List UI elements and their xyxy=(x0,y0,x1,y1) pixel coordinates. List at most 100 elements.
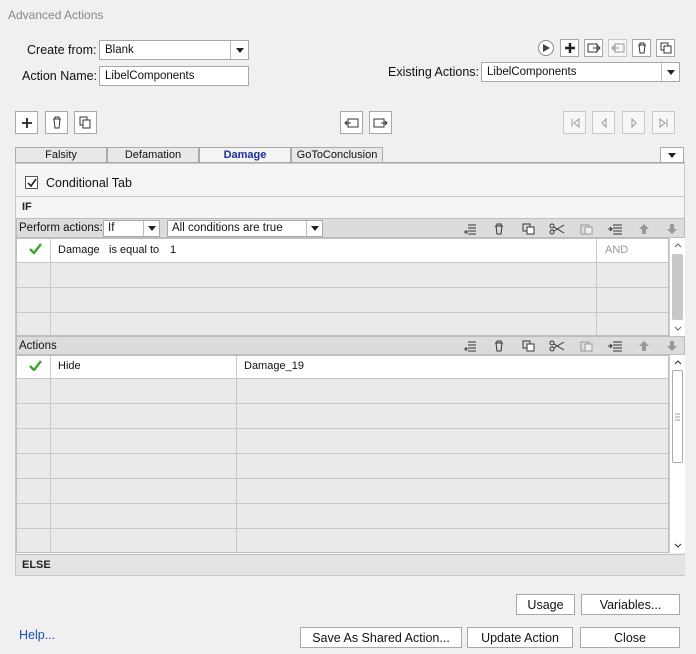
variables-button[interactable]: Variables... xyxy=(581,594,680,615)
create-from-dropdown[interactable]: Blank xyxy=(99,40,249,60)
copy-icon[interactable] xyxy=(519,221,537,237)
last-tab-button[interactable] xyxy=(652,111,675,134)
trash-icon xyxy=(637,42,646,54)
export-icon xyxy=(610,43,624,53)
export-action-button[interactable] xyxy=(608,39,627,57)
table-row[interactable] xyxy=(17,504,668,529)
previous-tab-button[interactable] xyxy=(592,111,615,134)
create-from-value: Blank xyxy=(105,44,134,56)
actions-bar: Actions xyxy=(16,336,685,355)
perform-actions-value: If xyxy=(108,222,115,234)
table-row[interactable] xyxy=(17,379,668,404)
insert-action-icon[interactable] xyxy=(606,338,624,354)
trash-icon[interactable] xyxy=(490,338,508,354)
conditions-dropdown[interactable]: All conditions are true xyxy=(167,220,323,237)
tab-damage[interactable]: Damage xyxy=(199,147,291,163)
else-section-title: ELSE xyxy=(22,559,51,571)
table-row[interactable] xyxy=(17,313,668,335)
tab-list-dropdown[interactable] xyxy=(660,147,684,163)
delete-tab-button[interactable] xyxy=(45,111,68,134)
move-right-icon xyxy=(373,118,388,127)
actions-scrollbar[interactable] xyxy=(669,355,685,553)
move-tab-right-button[interactable] xyxy=(369,111,392,134)
tab-gotoconclusion[interactable]: GoToConclusion xyxy=(291,147,383,163)
tab-defamation[interactable]: Defamation xyxy=(107,147,199,163)
table-row[interactable] xyxy=(17,454,668,479)
existing-actions-value: LibelComponents xyxy=(487,66,577,78)
previous-icon xyxy=(600,117,606,128)
close-button[interactable]: Close xyxy=(580,627,680,648)
paste-icon[interactable] xyxy=(577,221,595,237)
tab-falsity[interactable]: Falsity xyxy=(15,147,107,163)
scroll-thumb[interactable] xyxy=(672,254,683,320)
condition-variable: Damage xyxy=(58,244,100,256)
chevron-down-icon xyxy=(668,152,676,158)
move-tab-left-button[interactable] xyxy=(340,111,363,134)
table-row[interactable] xyxy=(17,429,668,454)
table-row[interactable]: Damage is equal to 1 AND xyxy=(17,239,668,263)
add-action-icon[interactable] xyxy=(461,338,479,354)
duplicate-action-button[interactable] xyxy=(656,39,675,57)
import-icon xyxy=(587,43,601,53)
update-action-button[interactable]: Update Action xyxy=(467,627,573,648)
next-icon xyxy=(631,117,637,128)
delete-action-button[interactable] xyxy=(632,39,651,57)
conditions-scrollbar[interactable] xyxy=(669,238,685,336)
next-tab-button[interactable] xyxy=(622,111,645,134)
copy-icon[interactable] xyxy=(519,338,537,354)
perform-actions-label: Perform actions: xyxy=(19,222,103,234)
conditions-grid: Damage is equal to 1 AND xyxy=(16,238,669,336)
column-divider xyxy=(50,239,51,335)
action-target: Damage_19 xyxy=(244,360,304,372)
conditional-tab-checkbox[interactable] xyxy=(25,176,38,189)
existing-actions-dropdown[interactable]: LibelComponents xyxy=(481,62,680,82)
insert-condition-icon[interactable] xyxy=(606,221,624,237)
table-row[interactable] xyxy=(17,479,668,504)
help-link[interactable]: Help... xyxy=(19,628,55,642)
checkmark-icon xyxy=(26,178,37,187)
preview-play-icon[interactable] xyxy=(538,40,554,56)
perform-actions-dropdown[interactable]: If xyxy=(103,220,160,237)
add-action-button[interactable] xyxy=(560,39,579,57)
chevron-down-icon xyxy=(230,41,248,59)
table-row[interactable] xyxy=(17,529,668,552)
conditions-value: All conditions are true xyxy=(172,222,283,234)
move-up-icon[interactable] xyxy=(635,221,653,237)
scroll-thumb[interactable] xyxy=(672,370,683,463)
scroll-up-icon[interactable] xyxy=(670,238,685,252)
first-tab-button[interactable] xyxy=(563,111,586,134)
action-name-input[interactable] xyxy=(99,66,249,86)
cut-icon[interactable] xyxy=(548,338,566,354)
table-row[interactable]: Hide Damage_19 xyxy=(17,356,668,379)
copy-icon xyxy=(79,116,91,129)
move-left-icon xyxy=(344,118,359,127)
move-down-icon[interactable] xyxy=(663,221,681,237)
column-divider xyxy=(50,356,51,552)
cut-icon[interactable] xyxy=(548,221,566,237)
check-icon xyxy=(29,360,42,374)
conditional-tab-label: Conditional Tab xyxy=(46,176,132,190)
existing-actions-label: Existing Actions: xyxy=(388,65,480,79)
scroll-up-icon[interactable] xyxy=(670,355,685,369)
action-name-label: Action Name: xyxy=(22,69,98,83)
import-action-button[interactable] xyxy=(584,39,603,57)
usage-button[interactable]: Usage xyxy=(516,594,575,615)
condition-join: AND xyxy=(605,244,629,256)
table-row[interactable] xyxy=(17,263,668,288)
scroll-down-icon[interactable] xyxy=(670,322,685,336)
actions-section-title: Actions xyxy=(19,340,57,352)
table-row[interactable] xyxy=(17,288,668,313)
add-tab-button[interactable] xyxy=(15,111,38,134)
table-row[interactable] xyxy=(17,404,668,429)
else-bar[interactable]: ELSE xyxy=(16,554,685,575)
copy-tab-button[interactable] xyxy=(74,111,97,134)
trash-icon[interactable] xyxy=(490,221,508,237)
move-up-icon[interactable] xyxy=(635,338,653,354)
paste-icon[interactable] xyxy=(577,338,595,354)
column-divider xyxy=(596,239,597,335)
move-down-icon[interactable] xyxy=(663,338,681,354)
divider xyxy=(16,196,684,197)
add-condition-icon[interactable] xyxy=(461,221,479,237)
save-as-shared-action-button[interactable]: Save As Shared Action... xyxy=(300,627,462,648)
scroll-down-icon[interactable] xyxy=(670,539,685,553)
